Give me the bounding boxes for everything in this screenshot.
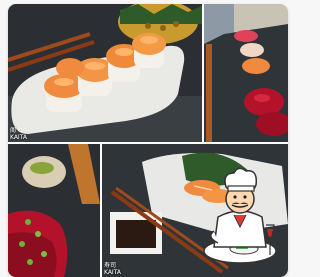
- caption-top: 阁: [10, 127, 17, 134]
- caption-bottom: KAITA: [10, 134, 28, 141]
- photo-tuna-tataki[interactable]: [8, 144, 100, 277]
- tuna-tataki-image: [8, 144, 100, 277]
- photo-caption: 寿司 KAITA: [104, 262, 121, 276]
- photo-caption: 阁 KAITA: [10, 127, 27, 141]
- sushi-rolls-image: [8, 4, 202, 142]
- photo-sushi-rolls[interactable]: 阁 KAITA: [8, 4, 202, 142]
- sashimi-board-image: [204, 4, 288, 142]
- photo-sashimi-board[interactable]: [204, 4, 288, 142]
- caption-bottom: KAITA: [104, 269, 122, 276]
- caption-top: 寿司: [104, 262, 117, 269]
- chef-icon: [200, 165, 280, 273]
